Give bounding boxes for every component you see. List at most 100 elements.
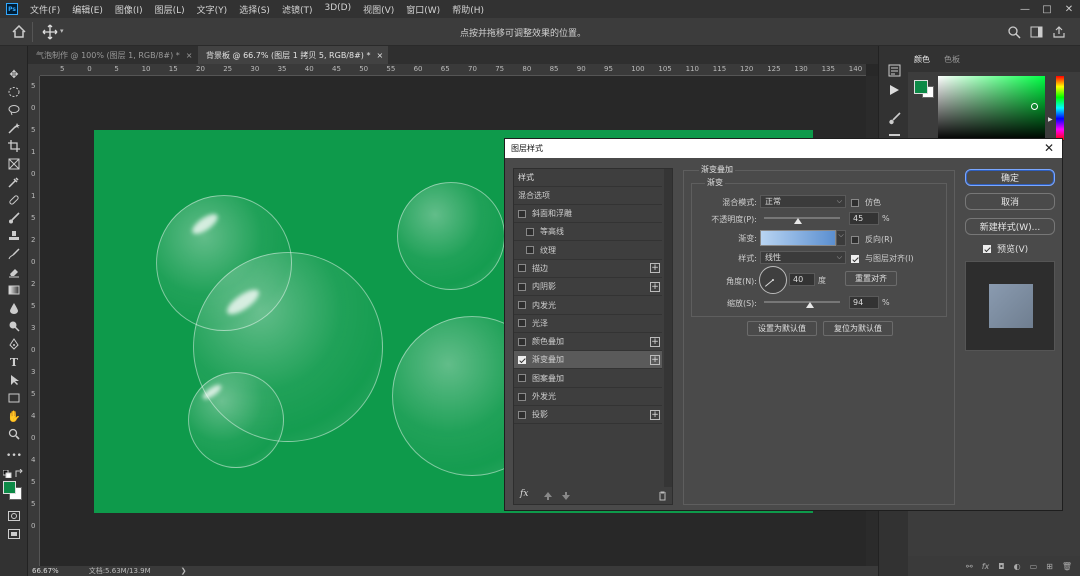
share-icon[interactable]	[1052, 26, 1066, 38]
tab-swatches[interactable]: 色板	[944, 54, 960, 65]
quick-mask-icon[interactable]	[4, 508, 24, 524]
screen-mode-icon[interactable]	[4, 526, 24, 542]
color-field[interactable]	[938, 76, 1045, 140]
reverse-checkbox[interactable]: 反向(R)	[851, 234, 893, 245]
move-tool-icon[interactable]	[42, 24, 58, 40]
rectangle-tool-icon[interactable]	[4, 390, 24, 406]
eyedropper-icon[interactable]	[4, 174, 24, 190]
menu-item[interactable]: 选择(S)	[233, 3, 276, 16]
move-up-icon[interactable]	[544, 492, 552, 500]
make-default-button[interactable]: 设置为默认值	[747, 321, 817, 336]
style-checkbox[interactable]	[526, 227, 534, 236]
dodge-icon[interactable]	[4, 318, 24, 334]
move-icon[interactable]: ✥	[4, 66, 24, 82]
style-checkbox[interactable]	[518, 374, 526, 383]
search-icon[interactable]	[1008, 26, 1021, 39]
style-checkbox[interactable]	[518, 301, 526, 309]
style-item[interactable]: 内阴影 +	[514, 278, 662, 297]
eraser-icon[interactable]	[4, 264, 24, 280]
menu-item[interactable]: 3D(D)	[318, 3, 357, 16]
style-item[interactable]: 渐变叠加 +	[514, 351, 662, 370]
style-checkbox[interactable]	[518, 337, 526, 346]
style-item[interactable]: 内发光	[514, 297, 662, 315]
panel-foreground-swatch[interactable]	[914, 80, 928, 94]
foreground-color-swatch[interactable]	[3, 481, 16, 494]
pen-icon[interactable]	[4, 336, 24, 352]
blending-options[interactable]: 混合选项	[514, 187, 662, 205]
menu-item[interactable]: 图像(I)	[109, 3, 149, 16]
mask-icon[interactable]: ◘	[998, 562, 1004, 571]
add-effect-icon[interactable]: +	[650, 354, 660, 365]
new-style-button[interactable]: 新建样式(W)...	[965, 218, 1055, 235]
trash-icon[interactable]: 🗑	[1062, 562, 1072, 571]
menu-item[interactable]: 编辑(E)	[66, 3, 109, 16]
adjustment-icon[interactable]: ◐	[1014, 562, 1021, 571]
style-item[interactable]: 图案叠加	[514, 370, 662, 388]
dither-check[interactable]	[851, 198, 859, 207]
style-item[interactable]: 投影 +	[514, 406, 662, 425]
align-checkbox[interactable]: 与图层对齐(I)	[851, 253, 914, 264]
add-effect-icon[interactable]: +	[650, 281, 660, 292]
history-panel-icon[interactable]	[888, 64, 901, 77]
style-item[interactable]: 光泽	[514, 315, 662, 333]
marquee-icon[interactable]	[4, 84, 24, 100]
dialog-close-button[interactable]: ✕	[1044, 141, 1054, 155]
angle-dial[interactable]	[758, 265, 788, 295]
delete-effect-icon[interactable]	[658, 491, 667, 501]
swap-colors-icon[interactable]	[15, 469, 24, 478]
workspace-icon[interactable]	[1030, 26, 1043, 38]
dither-checkbox[interactable]: 仿色	[851, 197, 881, 208]
tab-color[interactable]: 颜色	[914, 54, 930, 65]
tool-preset-arrow-icon[interactable]: ▾	[60, 27, 64, 35]
add-effect-icon[interactable]: +	[650, 336, 660, 347]
cancel-button[interactable]: 取消	[965, 193, 1055, 210]
zoom-level[interactable]: 66.67%	[32, 567, 59, 575]
add-effect-icon[interactable]: +	[650, 263, 660, 274]
style-checkbox[interactable]	[518, 209, 526, 218]
more-tools-icon[interactable]: •••	[4, 448, 24, 464]
new-layer-icon[interactable]: ⊞	[1046, 562, 1053, 571]
type-tool-icon[interactable]: T	[4, 354, 24, 370]
path-selection-icon[interactable]	[4, 372, 24, 388]
reset-alignment-button[interactable]: 重置对齐	[845, 271, 897, 286]
brush-panel-icon[interactable]	[888, 112, 901, 125]
frame-icon[interactable]	[4, 156, 24, 172]
healing-brush-icon[interactable]	[4, 192, 24, 208]
menu-item[interactable]: 帮助(H)	[446, 3, 490, 16]
style-item[interactable]: 等高线	[514, 223, 662, 242]
ok-button[interactable]: 确定	[965, 169, 1055, 186]
magic-wand-icon[interactable]	[4, 120, 24, 136]
close-window-button[interactable]: ✕	[1058, 4, 1080, 15]
style-list-scrollbar[interactable]	[664, 169, 672, 487]
blur-icon[interactable]	[4, 300, 24, 316]
home-icon[interactable]	[12, 25, 26, 38]
group-icon[interactable]: ▭	[1030, 562, 1038, 571]
angle-input[interactable]: 40	[789, 273, 815, 286]
menu-item[interactable]: 文件(F)	[24, 3, 66, 16]
lasso-icon[interactable]	[4, 102, 24, 118]
status-arrow-icon[interactable]: ❯	[181, 567, 187, 575]
fx-menu-icon[interactable]: fx	[520, 489, 528, 499]
align-check[interactable]	[851, 254, 859, 263]
close-tab-icon[interactable]: ×	[376, 51, 383, 60]
close-tab-icon[interactable]: ×	[186, 51, 193, 60]
style-item[interactable]: 颜色叠加 +	[514, 333, 662, 352]
scale-slider[interactable]	[764, 301, 840, 303]
style-item[interactable]: 描边 +	[514, 260, 662, 278]
style-checkbox[interactable]	[518, 410, 526, 419]
scale-slider-thumb[interactable]	[805, 302, 814, 308]
style-checkbox[interactable]	[518, 355, 526, 364]
style-checkbox[interactable]	[526, 246, 534, 255]
actions-play-icon[interactable]	[889, 84, 900, 96]
zoom-icon[interactable]	[4, 426, 24, 442]
style-item[interactable]: 外发光	[514, 388, 662, 406]
doc-tab-bubble[interactable]: 气泡制作 @ 100% (图层 1, RGB/8#) * ×	[28, 46, 196, 64]
opacity-slider-thumb[interactable]	[794, 218, 803, 224]
move-down-icon[interactable]	[562, 492, 570, 500]
default-colors-icon[interactable]	[3, 470, 13, 478]
preview-checkbox[interactable]: 预览(V)	[983, 242, 1028, 255]
style-checkbox[interactable]	[518, 264, 526, 273]
history-brush-icon[interactable]	[4, 246, 24, 262]
menu-item[interactable]: 窗口(W)	[400, 3, 446, 16]
menu-item[interactable]: 视图(V)	[357, 3, 400, 16]
